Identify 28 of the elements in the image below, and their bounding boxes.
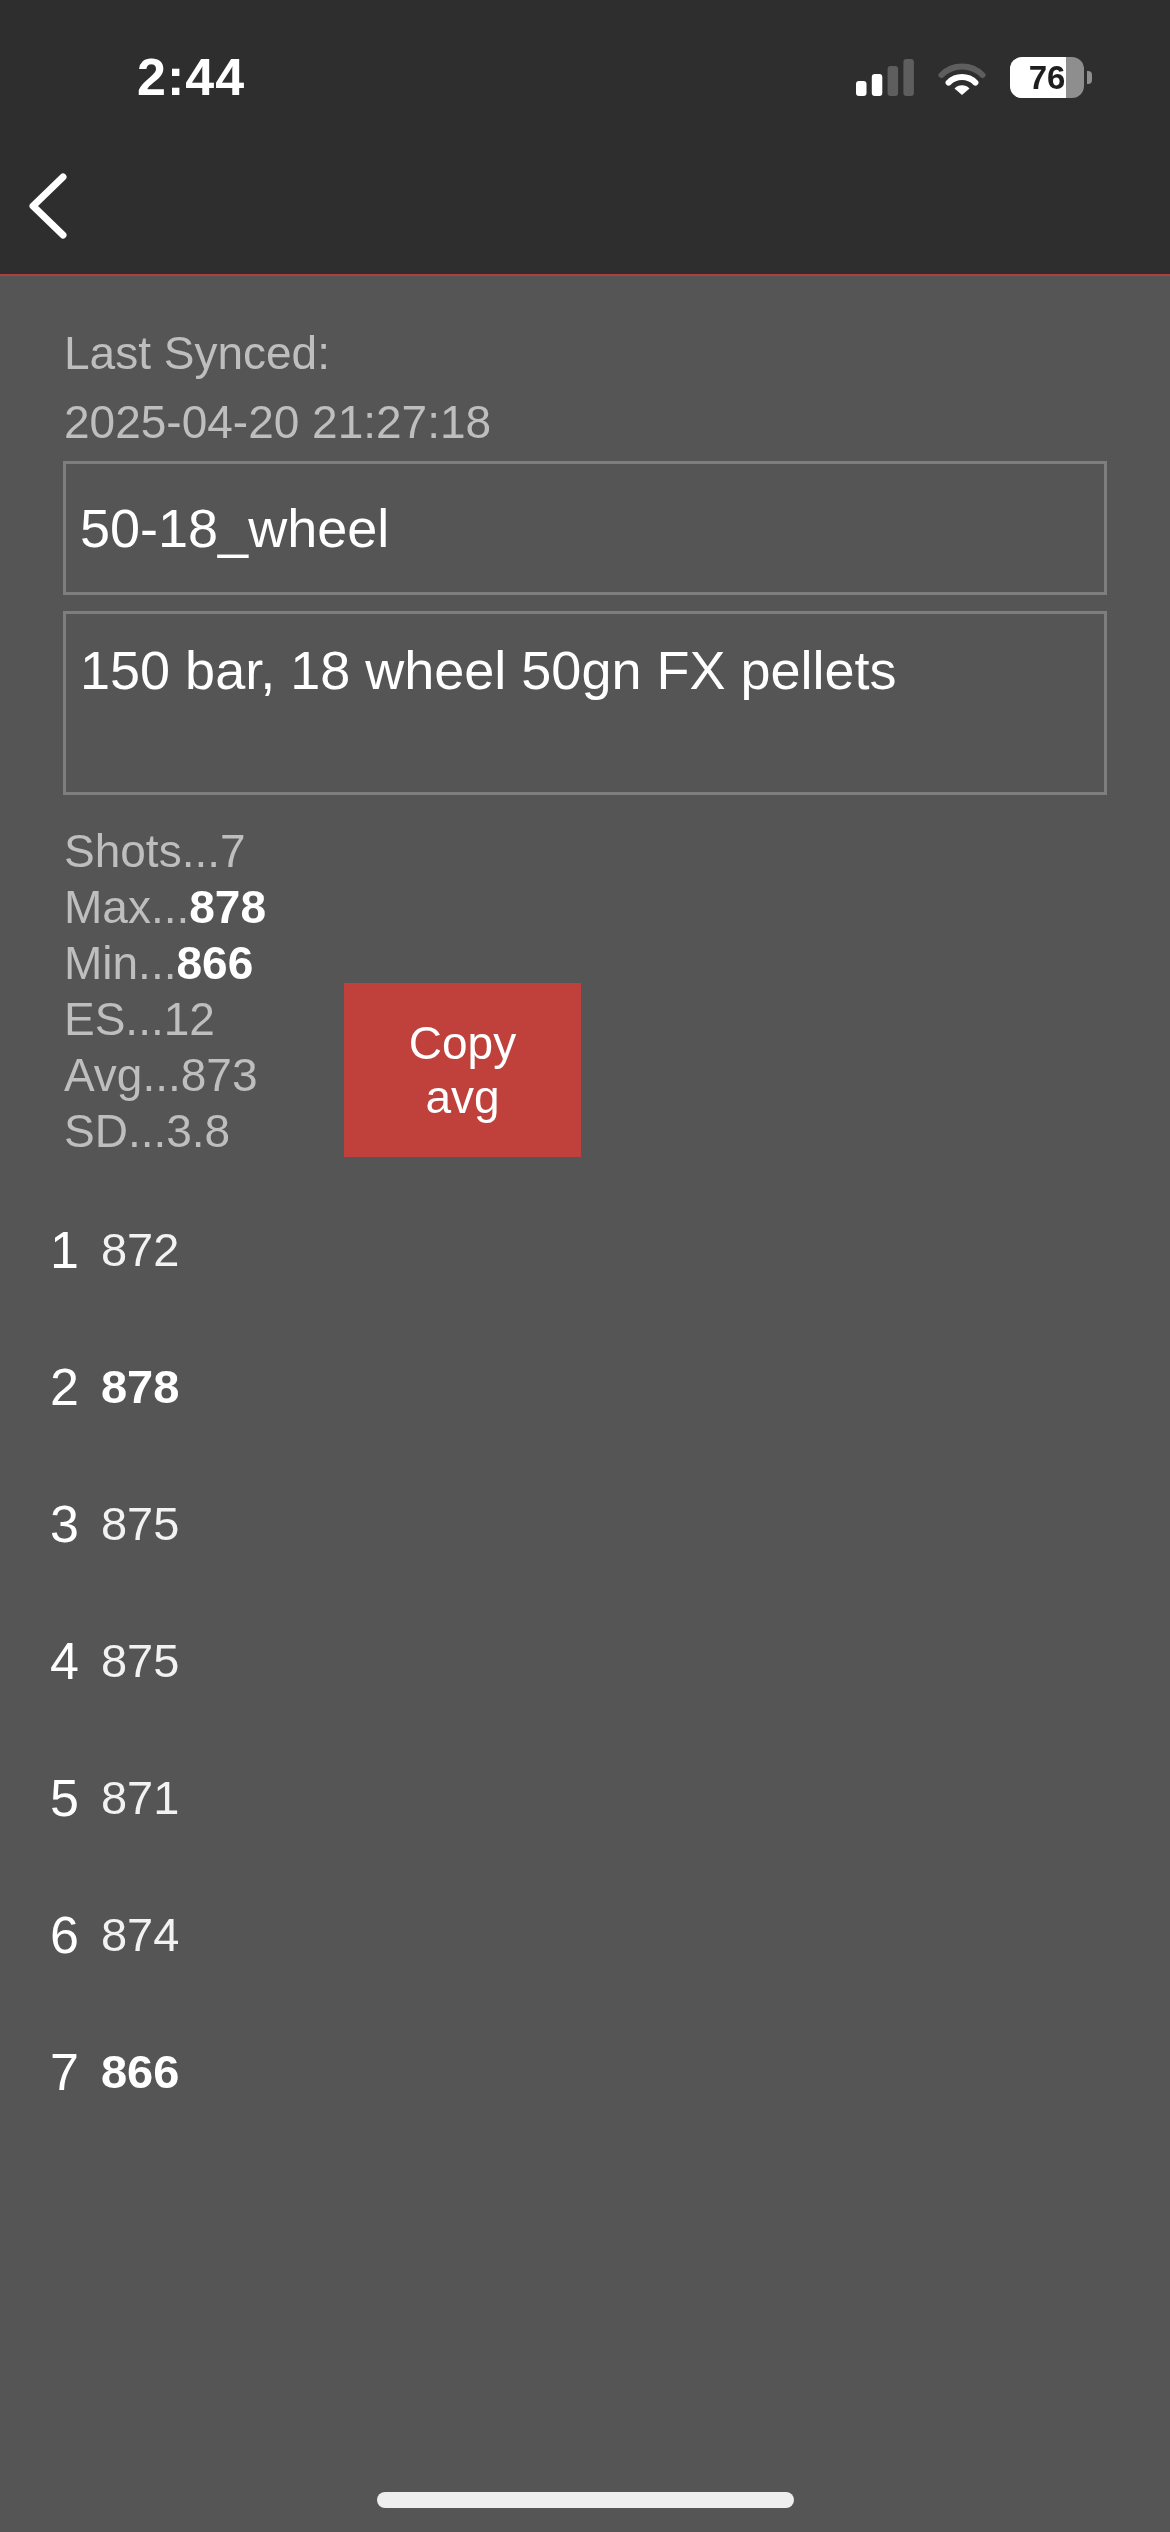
stat-text: SD...3.8: [64, 1104, 231, 1159]
shot-value: 872: [100, 1221, 180, 1278]
shot-number: 5: [50, 1767, 79, 1828]
stat-text: Shots...7: [64, 824, 246, 879]
shot-value: 874: [100, 1906, 180, 1963]
shot-value: 866: [100, 2043, 180, 2100]
signal-icon: [856, 58, 914, 96]
sync-timestamp: 2025-04-20 21:27:18: [64, 395, 492, 450]
shot-number: 6: [50, 1904, 79, 1965]
name-field[interactable]: 50-18_wheel: [63, 461, 1107, 595]
stat-text: Max...878: [64, 880, 266, 935]
stat-text: Min...866: [64, 936, 254, 991]
shot-value: 875: [100, 1495, 180, 1552]
shot-number: 7: [50, 2041, 79, 2102]
sync-label: Last Synced:: [64, 326, 330, 381]
shot-number: 4: [50, 1630, 79, 1691]
shot-value: 875: [100, 1632, 180, 1689]
shot-number: 1: [50, 1219, 79, 1280]
notes-field[interactable]: 150 bar, 18 wheel 50gn FX pellets: [63, 611, 1107, 795]
shot-value: 871: [100, 1769, 180, 1826]
copy-avg-button[interactable]: Copy avg: [344, 983, 581, 1157]
stat-text: ES...12: [64, 992, 215, 1047]
shot-value: 878: [100, 1358, 180, 1415]
shot-number: 2: [50, 1356, 79, 1417]
stat-text: Avg...873: [64, 1048, 258, 1103]
shot-number: 3: [50, 1493, 79, 1554]
chevron-left-icon[interactable]: [28, 173, 68, 239]
status-time: 2:44: [137, 47, 246, 107]
